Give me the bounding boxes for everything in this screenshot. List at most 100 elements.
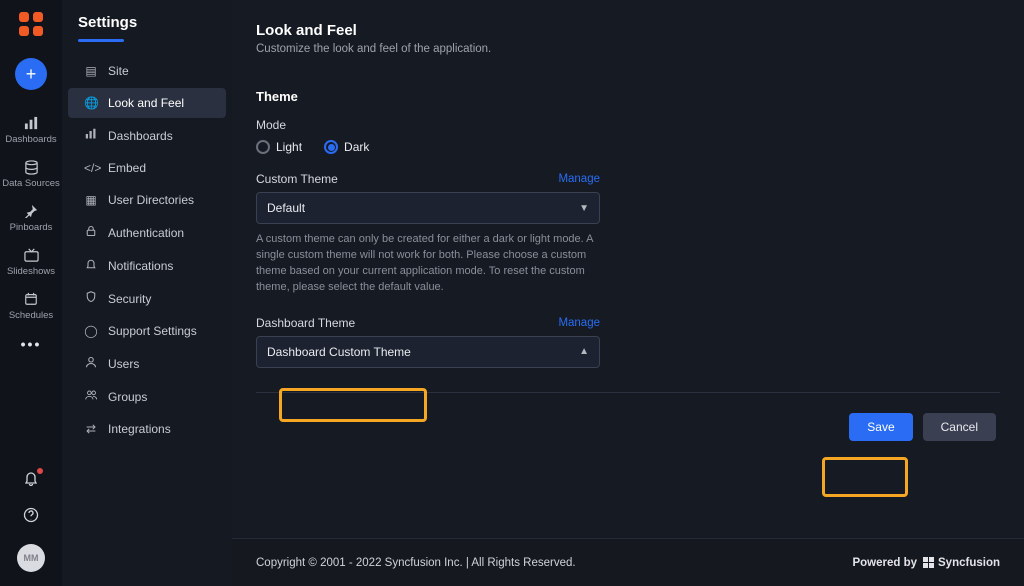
app-logo bbox=[17, 10, 45, 38]
copyright-text: Copyright © 2001 - 2022 Syncfusion Inc. … bbox=[256, 557, 576, 569]
radio-filled-icon bbox=[324, 140, 338, 154]
headset-icon: ◯ bbox=[84, 324, 98, 338]
rail-item-datasources[interactable]: Data Sources bbox=[0, 152, 62, 196]
rail-item-label: Schedules bbox=[9, 310, 53, 321]
shield-icon bbox=[84, 291, 98, 306]
bell-icon bbox=[23, 473, 39, 490]
page-subtitle: Customize the look and feel of the appli… bbox=[256, 43, 1000, 55]
globe-icon: 🌐 bbox=[84, 96, 98, 110]
sidebar-item-label: Notifications bbox=[108, 259, 173, 273]
syncfusion-glyph-icon bbox=[923, 557, 934, 568]
syncfusion-logo: Syncfusion bbox=[923, 557, 1000, 569]
title-underline bbox=[78, 39, 124, 42]
brand-name: Syncfusion bbox=[938, 557, 1000, 569]
sidebar-item-notifications[interactable]: Notifications bbox=[68, 250, 226, 281]
radio-label: Dark bbox=[344, 140, 369, 154]
rail-more-button[interactable]: ••• bbox=[21, 336, 42, 352]
sidebar-item-look-and-feel[interactable]: 🌐 Look and Feel bbox=[68, 88, 226, 118]
sidebar-item-label: Site bbox=[108, 64, 129, 78]
dashboard-theme-select[interactable]: Dashboard Custom Theme ▲ bbox=[256, 336, 600, 368]
chevron-down-icon: ▼ bbox=[579, 203, 589, 214]
chart-icon bbox=[84, 128, 98, 143]
chevron-up-icon: ▲ bbox=[579, 346, 589, 357]
notification-dot bbox=[37, 468, 43, 474]
cancel-button[interactable]: Cancel bbox=[923, 413, 996, 441]
save-button[interactable]: Save bbox=[849, 413, 912, 441]
content-region: Theme Mode Light Dark Custom Theme Manag… bbox=[256, 89, 1000, 586]
sidebar-item-label: User Directories bbox=[108, 193, 194, 207]
footer: Copyright © 2001 - 2022 Syncfusion Inc. … bbox=[232, 538, 1024, 586]
add-button[interactable]: + bbox=[15, 58, 47, 90]
tv-icon bbox=[24, 247, 39, 263]
sidebar-item-label: Support Settings bbox=[108, 324, 197, 338]
directory-icon: ▦ bbox=[84, 193, 98, 207]
sidebar-item-security[interactable]: Security bbox=[68, 283, 226, 314]
mode-radio-light[interactable]: Light bbox=[256, 140, 302, 154]
rail-item-label: Slideshows bbox=[7, 266, 55, 277]
radio-label: Light bbox=[276, 140, 302, 154]
plug-icon: ⇄ bbox=[84, 422, 98, 436]
bell-small-icon bbox=[84, 258, 98, 273]
calendar-icon bbox=[24, 291, 38, 307]
sidebar-item-embed[interactable]: </> Embed bbox=[68, 153, 226, 183]
sidebar-item-label: Groups bbox=[108, 390, 147, 404]
sidebar-item-label: Authentication bbox=[108, 226, 184, 240]
users-icon bbox=[84, 389, 98, 404]
bar-chart-icon bbox=[24, 115, 39, 131]
sidebar-item-integrations[interactable]: ⇄ Integrations bbox=[68, 414, 226, 444]
rail-item-slideshows[interactable]: Slideshows bbox=[0, 240, 62, 284]
sidebar-item-label: Integrations bbox=[108, 422, 171, 436]
site-icon: ▤ bbox=[84, 64, 98, 78]
sidebar-item-user-directories[interactable]: ▦ User Directories bbox=[68, 185, 226, 215]
radio-outline-icon bbox=[256, 140, 270, 154]
custom-theme-manage-link[interactable]: Manage bbox=[558, 173, 600, 185]
sidebar-title: Settings bbox=[62, 14, 232, 39]
highlight-box-save bbox=[822, 457, 908, 497]
rail-item-label: Data Sources bbox=[2, 178, 60, 189]
sidebar-item-groups[interactable]: Groups bbox=[68, 381, 226, 412]
divider bbox=[256, 392, 1000, 393]
powered-by: Powered by Syncfusion bbox=[852, 557, 1000, 569]
sidebar-item-support-settings[interactable]: ◯ Support Settings bbox=[68, 316, 226, 346]
custom-theme-select[interactable]: Default ▼ bbox=[256, 192, 600, 224]
sidebar-item-site[interactable]: ▤ Site bbox=[68, 56, 226, 86]
sidebar-item-label: Dashboards bbox=[108, 129, 173, 143]
sidebar-item-authentication[interactable]: Authentication bbox=[68, 217, 226, 248]
lock-icon bbox=[84, 225, 98, 240]
mode-radio-dark[interactable]: Dark bbox=[324, 140, 369, 154]
plus-icon: + bbox=[26, 64, 37, 85]
user-avatar[interactable]: MM bbox=[17, 544, 45, 572]
section-theme-title: Theme bbox=[256, 89, 1000, 104]
action-row: Save Cancel bbox=[256, 413, 1000, 441]
custom-theme-help-text: A custom theme can only be created for e… bbox=[256, 232, 600, 296]
sidebar-item-label: Embed bbox=[108, 161, 146, 175]
mode-label: Mode bbox=[256, 118, 1000, 132]
pin-icon bbox=[24, 203, 38, 219]
code-icon: </> bbox=[84, 161, 98, 175]
notifications-bell-button[interactable] bbox=[23, 470, 39, 491]
mode-radio-group: Light Dark bbox=[256, 140, 1000, 154]
sidebar-item-label: Users bbox=[108, 357, 139, 371]
sidebar-item-dashboards[interactable]: Dashboards bbox=[68, 120, 226, 151]
sidebar-item-label: Look and Feel bbox=[108, 96, 184, 110]
help-icon bbox=[23, 510, 39, 527]
powered-by-label: Powered by bbox=[852, 557, 917, 569]
avatar-initials: MM bbox=[24, 553, 39, 563]
database-icon bbox=[24, 159, 39, 175]
left-rail: + Dashboards Data Sources Pinboards Slid… bbox=[0, 0, 62, 586]
sidebar-item-label: Security bbox=[108, 292, 151, 306]
settings-sidebar: Settings ▤ Site 🌐 Look and Feel Dashboar… bbox=[62, 0, 232, 586]
user-icon bbox=[84, 356, 98, 371]
rail-item-schedules[interactable]: Schedules bbox=[0, 284, 62, 328]
custom-theme-value: Default bbox=[267, 201, 305, 215]
dashboard-theme-manage-link[interactable]: Manage bbox=[558, 317, 600, 329]
rail-item-label: Pinboards bbox=[10, 222, 53, 233]
rail-item-pinboards[interactable]: Pinboards bbox=[0, 196, 62, 240]
custom-theme-label: Custom Theme bbox=[256, 172, 338, 186]
main-panel: Look and Feel Customize the look and fee… bbox=[232, 0, 1024, 586]
sidebar-item-users[interactable]: Users bbox=[68, 348, 226, 379]
help-button[interactable] bbox=[23, 507, 39, 528]
rail-item-label: Dashboards bbox=[5, 134, 56, 145]
dashboard-theme-value: Dashboard Custom Theme bbox=[267, 345, 411, 359]
rail-item-dashboards[interactable]: Dashboards bbox=[0, 108, 62, 152]
